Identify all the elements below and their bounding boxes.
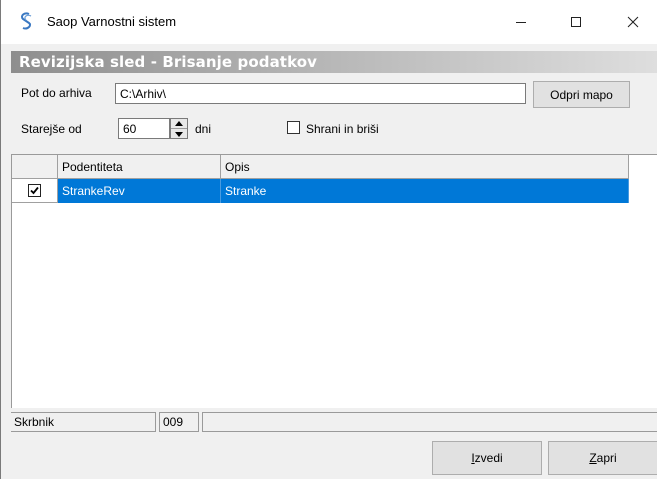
banner-title: Revizijska sled - Brisanje podatkov bbox=[19, 53, 318, 71]
close-button[interactable]: Zapri bbox=[548, 441, 657, 475]
maximize-button[interactable] bbox=[553, 0, 599, 44]
title-bar[interactable]: Saop Varnostni sistem bbox=[1, 0, 657, 44]
stepper-down-button[interactable] bbox=[171, 129, 187, 139]
maximize-icon bbox=[571, 17, 581, 27]
minimize-icon bbox=[516, 22, 526, 23]
path-input[interactable] bbox=[115, 83, 526, 104]
save-and-delete-checkbox[interactable] bbox=[287, 121, 300, 134]
days-label: dni bbox=[195, 122, 212, 136]
status-message bbox=[202, 412, 657, 432]
column-header-check[interactable] bbox=[12, 155, 58, 179]
cell-opis[interactable]: Stranke bbox=[221, 179, 629, 203]
arrow-up-icon bbox=[175, 121, 183, 126]
status-bar: Skrbnik 009 bbox=[11, 412, 657, 432]
header-banner: Revizijska sled - Brisanje podatkov bbox=[11, 51, 657, 73]
cell-podentiteta[interactable]: StrankeRev bbox=[58, 179, 221, 203]
status-code: 009 bbox=[159, 412, 199, 432]
close-icon bbox=[627, 16, 639, 28]
close-window-button[interactable] bbox=[610, 0, 656, 44]
older-than-label: Starejše od bbox=[21, 122, 82, 136]
status-user: Skrbnik bbox=[11, 412, 156, 432]
stepper-up-button[interactable] bbox=[171, 119, 187, 129]
entity-grid: Podentiteta Opis StrankeRev Stranke bbox=[11, 154, 657, 408]
save-and-delete-label: Shrani in briši bbox=[306, 122, 379, 136]
saop-logo-icon bbox=[18, 12, 34, 30]
older-than-input[interactable] bbox=[118, 118, 170, 139]
grid-header: Podentiteta Opis bbox=[12, 155, 629, 179]
close-button-hotkey: Z bbox=[589, 451, 597, 465]
checkmark-icon bbox=[30, 186, 39, 195]
column-header-podentiteta[interactable]: Podentiteta bbox=[58, 155, 221, 179]
close-button-label: apri bbox=[596, 451, 617, 465]
minimize-button[interactable] bbox=[498, 0, 544, 44]
path-label: Pot do arhiva bbox=[21, 86, 92, 100]
execute-button-label: zvedi bbox=[474, 451, 503, 465]
row-check-cell[interactable] bbox=[12, 179, 58, 203]
row-checkbox[interactable] bbox=[28, 184, 41, 197]
older-than-stepper bbox=[170, 118, 188, 139]
window-title: Saop Varnostni sistem bbox=[47, 14, 177, 29]
open-folder-button[interactable]: Odpri mapo bbox=[533, 81, 630, 108]
main-window: Saop Varnostni sistem Revizijska sled - … bbox=[0, 0, 657, 479]
column-header-opis[interactable]: Opis bbox=[221, 155, 629, 179]
execute-button[interactable]: Izvedi bbox=[432, 441, 542, 475]
table-row[interactable]: StrankeRev Stranke bbox=[12, 179, 629, 203]
arrow-down-icon bbox=[175, 131, 183, 137]
